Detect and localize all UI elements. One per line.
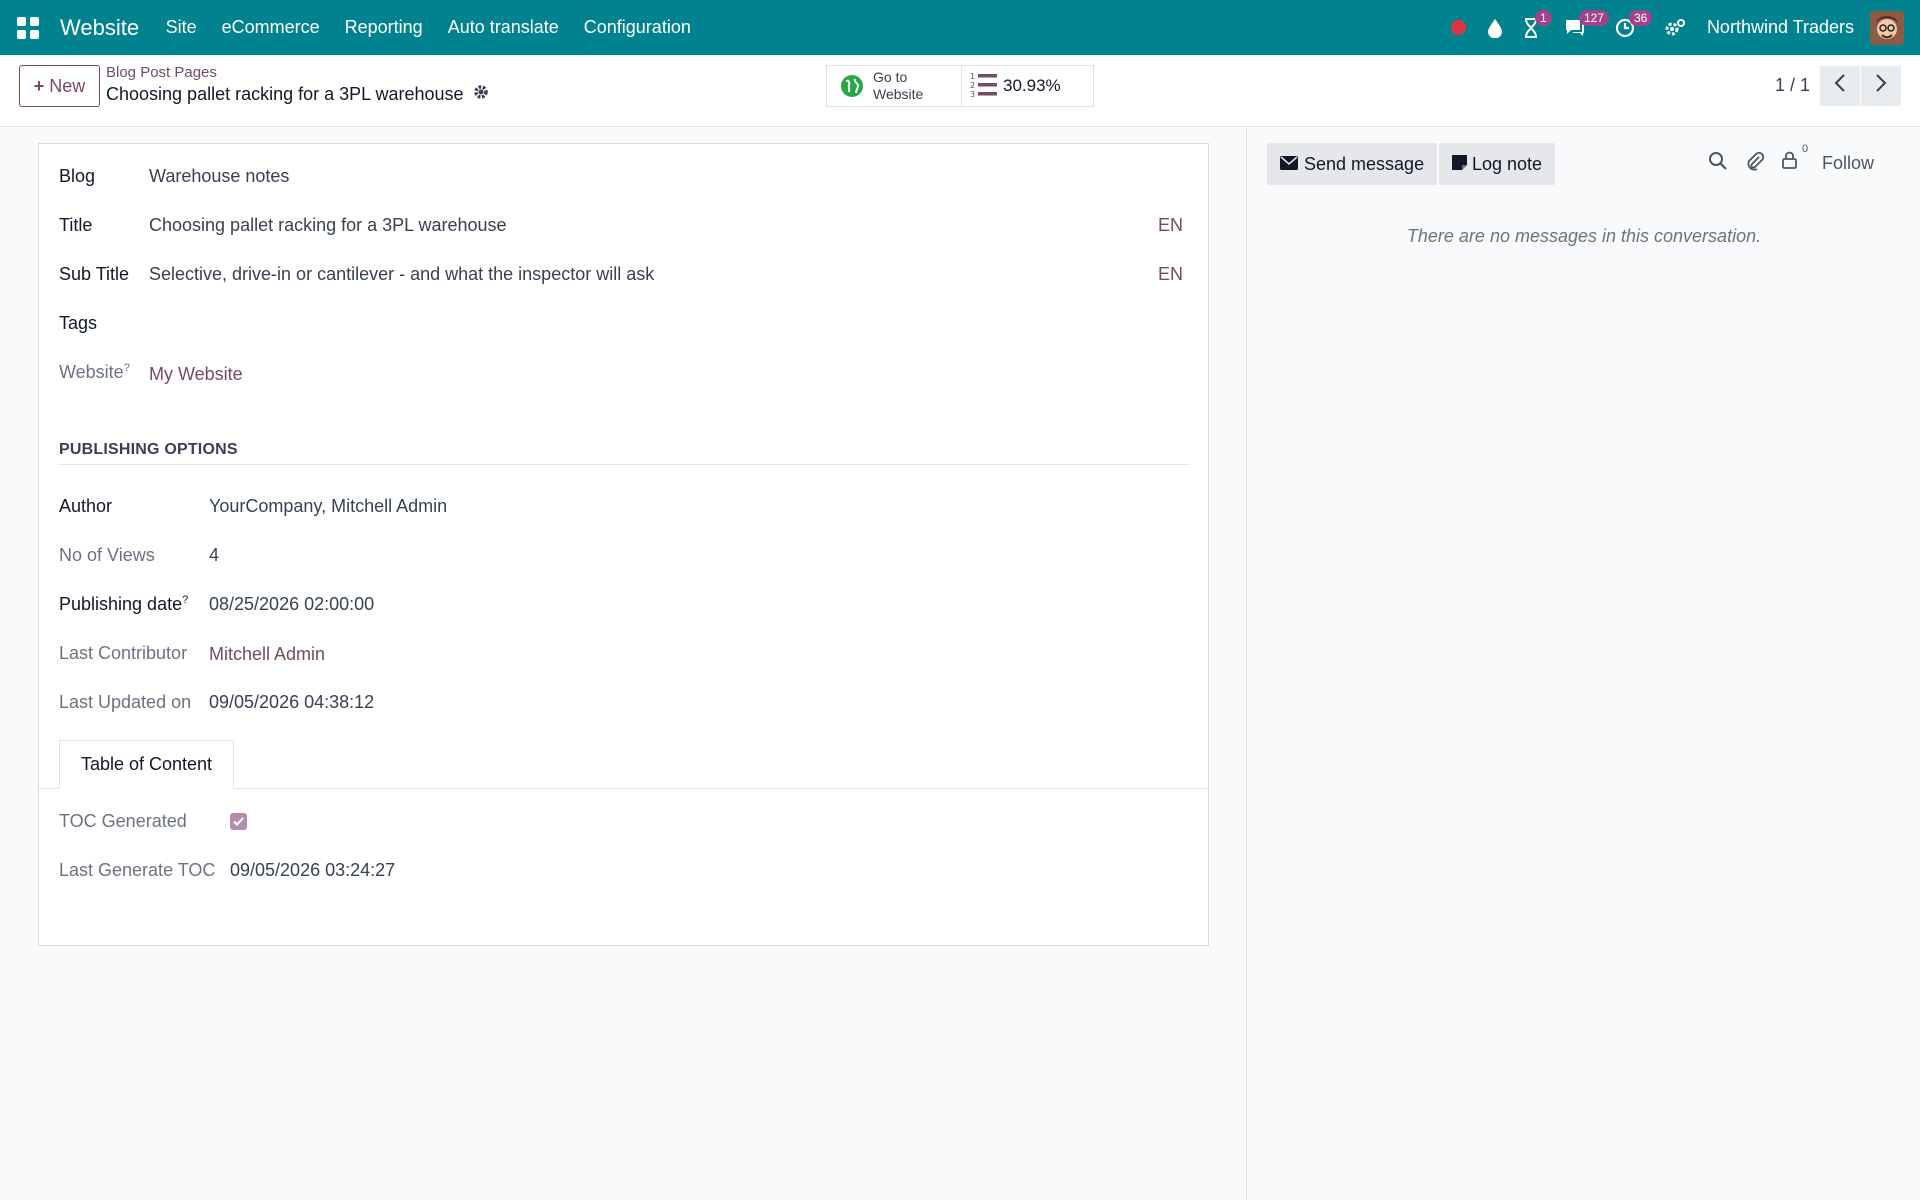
paperclip-icon[interactable] — [1746, 151, 1765, 176]
form-sheet: Blog Warehouse notes Title Choosing pall… — [38, 143, 1209, 946]
breadcrumb-parent[interactable]: Blog Post Pages — [106, 64, 217, 81]
go-to-line1: Go to — [873, 69, 908, 85]
clock-icon[interactable]: 36 — [1607, 0, 1653, 55]
new-button-label: New — [49, 75, 86, 96]
plus-icon: + — [33, 75, 45, 96]
checkmark-icon — [233, 817, 244, 826]
followers-count: 0 — [1802, 143, 1809, 155]
tags-field[interactable] — [149, 310, 1149, 338]
subtitle-translate-button[interactable]: EN — [1158, 264, 1183, 285]
search-icon[interactable] — [1708, 151, 1727, 175]
toc-generated-label: TOC Generated — [59, 811, 187, 831]
seo-score-button[interactable]: 123 30.93% — [962, 66, 1061, 106]
title-field[interactable]: Choosing pallet racking for a 3PL wareho… — [149, 215, 507, 236]
subtitle-field[interactable]: Selective, drive-in or cantilever - and … — [149, 264, 654, 285]
svg-text:1: 1 — [970, 72, 975, 81]
followers-button[interactable]: 0 — [1782, 143, 1808, 174]
help-tooltip-icon[interactable]: ? — [124, 362, 130, 374]
menu-ecommerce[interactable]: eCommerce — [209, 17, 332, 38]
views-value: 4 — [209, 545, 220, 565]
send-message-button[interactable]: Send message — [1267, 143, 1438, 185]
seo-score-value: 30.93% — [1003, 76, 1061, 95]
new-button[interactable]: + New — [19, 65, 100, 107]
record-title: Choosing pallet racking for a 3PL wareho… — [106, 84, 464, 104]
smart-buttons: Go to Website 123 30.93% — [826, 65, 1094, 107]
author-label: Author — [59, 496, 113, 516]
last-updated-value: 09/05/2026 04:38:12 — [209, 692, 375, 712]
section-divider — [59, 464, 1189, 465]
last-generate-toc-value: 09/05/2026 03:24:27 — [230, 860, 396, 880]
section-title-publishing: PUBLISHING OPTIONS — [59, 441, 238, 458]
subtitle-label: Sub Title — [59, 264, 130, 284]
settings-icon[interactable] — [1657, 0, 1693, 55]
chatter-divider — [1246, 128, 1247, 1200]
title-translate-button[interactable]: EN — [1158, 215, 1183, 236]
follow-button[interactable]: Follow — [1822, 153, 1874, 174]
menu-configuration[interactable]: Configuration — [571, 17, 703, 38]
messages-icon[interactable]: 127 — [1557, 0, 1609, 55]
toc-generated-checkbox[interactable] — [230, 813, 247, 830]
blog-label: Blog — [59, 166, 96, 186]
send-message-label: Send message — [1304, 153, 1425, 174]
note-icon — [1452, 154, 1467, 175]
publishing-date-field[interactable]: 08/25/2026 02:00:00 — [209, 594, 374, 615]
author-field[interactable]: YourCompany, Mitchell Admin — [209, 496, 447, 517]
menu-site[interactable]: Site — [153, 17, 209, 38]
last-contributor-link[interactable]: Mitchell Admin — [209, 644, 325, 665]
publishing-date-label: Publishing date? — [59, 594, 188, 615]
title-label: Title — [59, 215, 93, 235]
user-avatar[interactable] — [1870, 10, 1904, 45]
go-to-website-button[interactable]: Go to Website — [827, 66, 962, 106]
pager-value[interactable]: 1 / 1 — [1775, 75, 1810, 96]
top-navbar: Website Site eCommerce Reporting Auto tr… — [0, 0, 1920, 55]
menu-auto-translate[interactable]: Auto translate — [435, 17, 571, 38]
help-tooltip-icon[interactable]: ? — [182, 594, 188, 606]
go-to-line2: Website — [873, 86, 924, 102]
company-switcher[interactable]: Northwind Traders — [1707, 17, 1854, 38]
menu-reporting[interactable]: Reporting — [332, 17, 435, 38]
activity-icon[interactable]: 1 — [1513, 0, 1552, 55]
log-note-label: Log note — [1472, 153, 1543, 174]
website-label: Website? — [59, 362, 130, 383]
tab-table-of-content[interactable]: Table of Content — [59, 740, 234, 789]
clock-badge: 36 — [1628, 10, 1653, 26]
tags-label: Tags — [59, 313, 98, 333]
control-panel: + New Blog Post Pages Choosing pallet ra… — [0, 55, 1920, 127]
app-menu-icon[interactable] — [14, 14, 42, 42]
pager-next-button[interactable] — [1861, 66, 1901, 106]
drop-icon[interactable] — [1477, 0, 1513, 55]
pager-previous-button[interactable] — [1820, 66, 1860, 106]
last-contributor-label: Last Contributor — [59, 643, 188, 663]
record-icon[interactable] — [1441, 0, 1477, 55]
svg-text:2: 2 — [970, 81, 975, 90]
envelope-icon — [1280, 154, 1298, 175]
website-field[interactable]: My Website — [149, 364, 243, 385]
globe-icon — [841, 75, 863, 97]
numbered-list-icon: 123 — [970, 71, 997, 102]
messages-badge: 127 — [1578, 10, 1609, 26]
blog-field[interactable]: Warehouse notes — [149, 166, 289, 187]
last-generate-toc-label: Last Generate TOC — [59, 860, 216, 880]
activity-badge: 1 — [1534, 10, 1552, 26]
website-label-text: Website — [59, 362, 124, 382]
chevron-left-icon — [1834, 74, 1846, 98]
svg-text:3: 3 — [970, 90, 975, 97]
last-updated-label: Last Updated on — [59, 692, 192, 712]
log-note-button[interactable]: Log note — [1439, 143, 1556, 185]
app-brand[interactable]: Website — [60, 15, 139, 41]
gear-icon[interactable] — [473, 84, 489, 105]
lock-icon — [1782, 151, 1802, 173]
views-label: No of Views — [59, 545, 155, 565]
systray: 1 127 36 Northwind Traders — [1441, 0, 1920, 55]
breadcrumb-current: Choosing pallet racking for a 3PL wareho… — [106, 84, 489, 105]
publishing-date-label-text: Publishing date — [59, 594, 183, 614]
empty-conversation-text: There are no messages in this conversati… — [1406, 226, 1762, 246]
chevron-right-icon — [1875, 74, 1887, 98]
